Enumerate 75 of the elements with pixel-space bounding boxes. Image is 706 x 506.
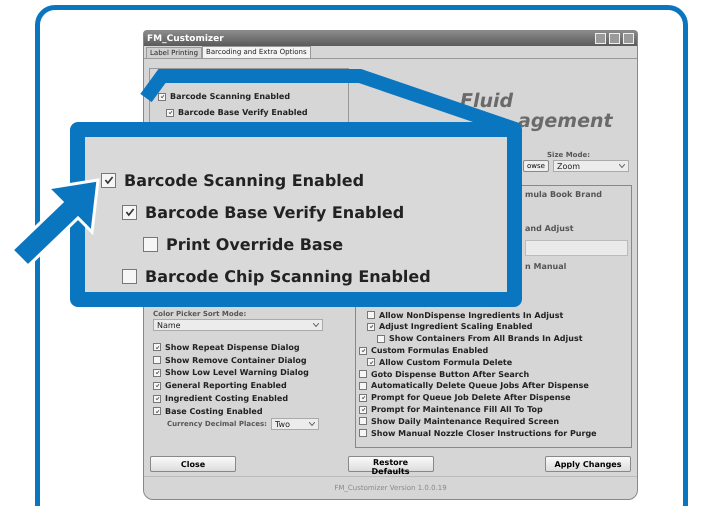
checkbox[interactable]: [166, 108, 174, 117]
checkmark-icon: [154, 408, 160, 414]
dialog-button[interactable]: Close: [150, 456, 236, 472]
checkmark-icon: [160, 94, 164, 100]
option-label: Barcode Base Verify Enabled: [178, 108, 308, 118]
dialog-button[interactable]: Apply Changes: [545, 456, 631, 472]
checkbox[interactable]: [153, 382, 161, 390]
checkbox[interactable]: [153, 343, 161, 352]
decimal-places-dropdown[interactable]: Two: [270, 418, 319, 430]
sort-mode-dropdown[interactable]: Name: [153, 319, 323, 332]
option-label: Adjust Ingredient Scaling Enabled: [379, 322, 532, 332]
checkbox[interactable]: [122, 268, 137, 284]
checkmark-icon: [168, 110, 172, 116]
checkmark-icon: [360, 407, 366, 412]
checkmark-icon: [154, 370, 160, 376]
option-label: Allow NonDispense Ingredients In Adjust: [379, 310, 564, 320]
logo: Fluid agement: [459, 91, 614, 134]
checkbox[interactable]: [359, 406, 367, 414]
checkmark-icon: [124, 206, 136, 218]
dialog-button[interactable]: Restore Defaults: [348, 456, 434, 472]
option-label: Prompt for Maintenance Fill All To Top: [371, 405, 543, 414]
checkbox[interactable]: [377, 334, 385, 343]
dropdown-caret-icon: [308, 422, 315, 426]
option-label: Barcode Chip Scanning Enabled: [145, 266, 431, 286]
option-label: Automatically Delete Queue Jobs After Dispense: [371, 381, 589, 390]
option-label: Base Costing Enabled: [165, 406, 263, 416]
checkbox[interactable]: [153, 356, 161, 364]
checkmark-icon: [368, 360, 374, 365]
option-label: Show Manual Nozzle Closer Instructions for Purge: [371, 428, 597, 438]
option-label: Barcode Base Verify Enabled: [145, 202, 404, 222]
checkmark-icon: [154, 396, 160, 401]
checkbox[interactable]: [143, 236, 158, 252]
checkbox[interactable]: [359, 429, 367, 438]
checkbox[interactable]: [359, 370, 367, 378]
option-label: General Reporting Enabled: [165, 381, 287, 390]
checkbox[interactable]: [359, 417, 367, 426]
checkbox[interactable]: [367, 322, 375, 331]
option-label: Custom Formulas Enabled: [371, 346, 488, 356]
checkbox[interactable]: [122, 204, 137, 220]
option-label: Show Containers From All Brands In Adjust: [389, 334, 583, 344]
option-label: Allow Custom Formula Delete: [379, 358, 512, 367]
checkmark-icon: [360, 395, 366, 400]
size-mode-dropdown[interactable]: Zoom: [552, 160, 629, 172]
dropdown-caret-icon: [618, 164, 625, 168]
checkbox[interactable]: [359, 394, 367, 402]
option-label: Barcode Scanning Enabled: [170, 92, 290, 102]
checkbox[interactable]: [367, 311, 375, 320]
dropdown-caret-icon: [313, 323, 319, 328]
checkmark-icon: [102, 174, 114, 186]
checkbox[interactable]: [359, 382, 367, 390]
input-field[interactable]: [525, 240, 628, 256]
checkbox[interactable]: [101, 172, 116, 188]
checkmark-icon: [368, 324, 374, 330]
checkbox[interactable]: [359, 346, 367, 355]
option-label: Show Daily Maintenance Required Screen: [371, 416, 560, 426]
option-label: Prompt for Queue Job Delete After Dispense: [371, 393, 571, 402]
panel-text: and Adjust: [525, 224, 574, 235]
checkbox[interactable]: [153, 407, 161, 416]
option-label: Show Low Level Warning Dialog: [165, 368, 309, 378]
checkbox[interactable]: [153, 368, 161, 377]
checkbox[interactable]: [153, 394, 161, 402]
option-label: Show Remove Container Dialog: [165, 356, 307, 365]
option-label: Goto Dispense Button After Search: [371, 370, 530, 379]
checkmark-icon: [154, 344, 160, 350]
checkbox[interactable]: [367, 358, 375, 366]
panel-text: n Manual: [525, 262, 566, 273]
option-label: Print Override Base: [166, 234, 344, 254]
window-title: FM_Customizer: [147, 34, 225, 44]
checkmark-icon: [360, 348, 366, 354]
checkbox[interactable]: [158, 92, 166, 101]
option-label: Barcode Scanning Enabled: [124, 170, 364, 190]
option-label: Show Repeat Dispense Dialog: [165, 342, 300, 352]
option-label: Ingredient Costing Enabled: [165, 394, 288, 403]
panel-text: mula Book Brand: [525, 190, 602, 201]
checkmark-icon: [154, 383, 160, 388]
